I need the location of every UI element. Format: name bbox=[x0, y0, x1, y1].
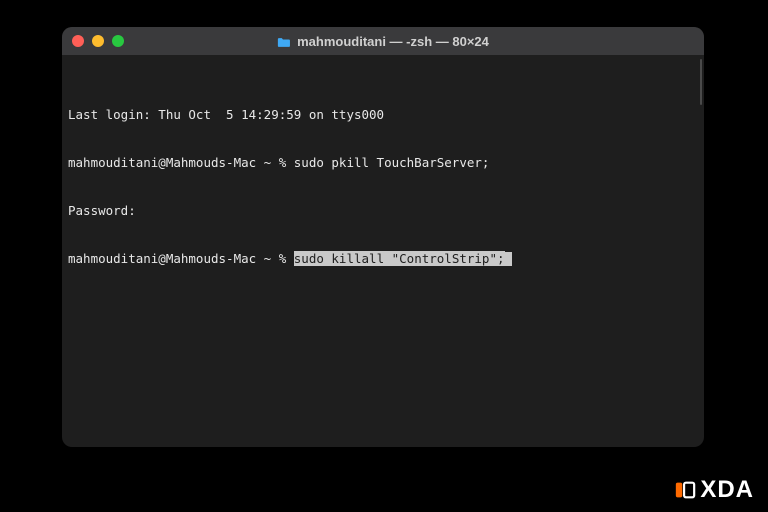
window-title-text: mahmouditani — -zsh — 80×24 bbox=[297, 34, 489, 49]
minimize-button[interactable] bbox=[92, 35, 104, 47]
cursor bbox=[505, 252, 512, 266]
line-text: mahmouditani@Mahmouds-Mac ~ % sudo pkill… bbox=[68, 155, 489, 170]
terminal-line: Password: bbox=[68, 203, 698, 219]
folder-icon bbox=[277, 36, 291, 47]
terminal-line: mahmouditani@Mahmouds-Mac ~ % sudo pkill… bbox=[68, 155, 698, 171]
traffic-lights bbox=[62, 35, 124, 47]
close-button[interactable] bbox=[72, 35, 84, 47]
scrollbar[interactable] bbox=[700, 59, 702, 105]
terminal-window: mahmouditani — -zsh — 80×24 Last login: … bbox=[62, 27, 704, 447]
xda-logo-icon bbox=[674, 479, 696, 501]
terminal-line: mahmouditani@Mahmouds-Mac ~ % sudo killa… bbox=[68, 251, 698, 267]
window-title: mahmouditani — -zsh — 80×24 bbox=[62, 34, 704, 49]
line-text: Last login: Thu Oct 5 14:29:59 on ttys00… bbox=[68, 107, 384, 122]
prompt-text: mahmouditani@Mahmouds-Mac ~ % bbox=[68, 251, 294, 266]
titlebar[interactable]: mahmouditani — -zsh — 80×24 bbox=[62, 27, 704, 55]
watermark-text: XDA bbox=[700, 476, 754, 504]
terminal-body[interactable]: Last login: Thu Oct 5 14:29:59 on ttys00… bbox=[62, 55, 704, 447]
terminal-line: Last login: Thu Oct 5 14:29:59 on ttys00… bbox=[68, 107, 698, 123]
selected-command: sudo killall "ControlStrip"; bbox=[294, 251, 505, 266]
watermark: XDA bbox=[674, 476, 754, 504]
maximize-button[interactable] bbox=[112, 35, 124, 47]
line-text: Password: bbox=[68, 203, 136, 218]
